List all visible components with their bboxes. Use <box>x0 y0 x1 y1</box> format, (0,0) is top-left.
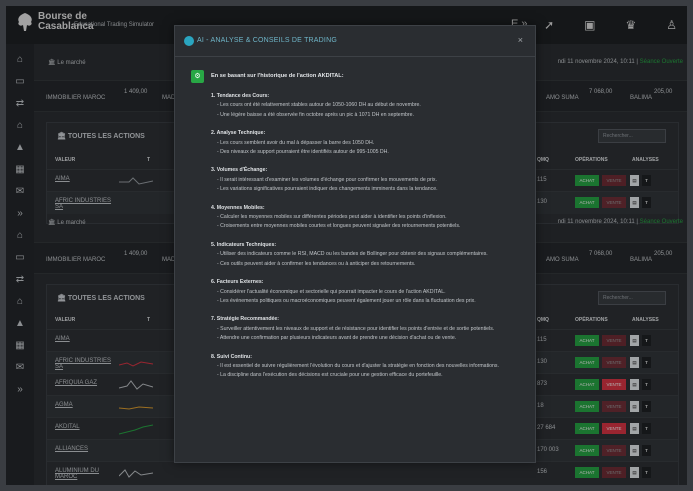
section-line: - Utiliser des indicateurs comme le RSI,… <box>217 251 488 258</box>
analysis-section: 4. Moyennes Mobiles: - Calculer les moye… <box>211 204 521 232</box>
analysis-section: 7. Stratégie Recommandée: - Surveiller a… <box>211 315 521 343</box>
section-line: - Des niveaux de support pourraient être… <box>217 149 389 156</box>
section-line: - Il est essentiel de suivre régulièreme… <box>217 362 499 369</box>
section-line: - Il serait intéressant d'examiner les v… <box>217 176 437 183</box>
analysis-sections: 1. Tendance des Cours: - Les cours ont é… <box>211 92 521 390</box>
section-line: - Une légère baisse a été observée fin o… <box>217 111 414 118</box>
section-line: - Considérer l'actualité économique et s… <box>217 288 446 295</box>
analysis-section: 3. Volumes d'Échange: - Il serait intére… <box>211 166 521 194</box>
section-heading: 3. Volumes d'Échange: <box>211 167 268 174</box>
section-heading: 1. Tendance des Cours: <box>211 93 270 99</box>
section-line: - Calculer les moyennes mobiles sur diff… <box>217 214 447 221</box>
robot-icon: ⚙ <box>191 70 204 83</box>
close-icon[interactable]: × <box>518 35 523 45</box>
section-heading: 2. Analyse Technique: <box>211 130 266 137</box>
app-window: Bourse de Casablanca Educational Trading… <box>6 6 687 485</box>
section-heading: 6. Facteurs Externes: <box>211 279 264 286</box>
section-line: - Les cours ont été relativement stables… <box>217 102 421 109</box>
analysis-section: 8. Suivi Continu: - Il est essentiel de … <box>211 353 521 381</box>
ai-analysis-modal: AI - ANALYSE & CONSEILS DE TRADING × ⚙ E… <box>174 25 536 463</box>
analysis-section: 5. Indicateurs Techniques: - Utiliser de… <box>211 241 521 269</box>
modal-title: AI - ANALYSE & CONSEILS DE TRADING <box>197 37 337 44</box>
section-line: - Les événements politiques ou macroécon… <box>217 297 476 304</box>
section-heading: 8. Suivi Continu: <box>211 353 252 360</box>
section-line: - Les cours semblent avoir du mal à dépa… <box>217 139 375 146</box>
section-line: - Les variations significatives pourraie… <box>217 186 438 193</box>
section-line: - Surveiller attentivement les niveaux d… <box>217 325 495 332</box>
section-line: - La discipline dans l'exécution des déc… <box>217 372 443 379</box>
section-line: - Ces outils peuvent aider à confirmer l… <box>217 260 416 267</box>
section-line: - Attendre une confirmation par plusieur… <box>217 335 457 342</box>
section-heading: 4. Moyennes Mobiles: <box>211 204 265 211</box>
section-heading: 7. Stratégie Recommandée: <box>211 316 280 323</box>
analysis-section: 6. Facteurs Externes: - Considérer l'act… <box>211 278 521 306</box>
analysis-section: 2. Analyse Technique: - Les cours semble… <box>211 129 521 157</box>
analysis-section: 1. Tendance des Cours: - Les cours ont é… <box>211 92 521 120</box>
modal-header: AI - ANALYSE & CONSEILS DE TRADING × <box>175 26 535 57</box>
section-heading: 5. Indicateurs Techniques: <box>211 241 277 248</box>
section-line: - Croisements entre moyennes mobiles cou… <box>217 223 461 230</box>
ai-icon <box>184 36 194 46</box>
analysis-intro: En se basant sur l'historique de l'actio… <box>211 73 344 79</box>
